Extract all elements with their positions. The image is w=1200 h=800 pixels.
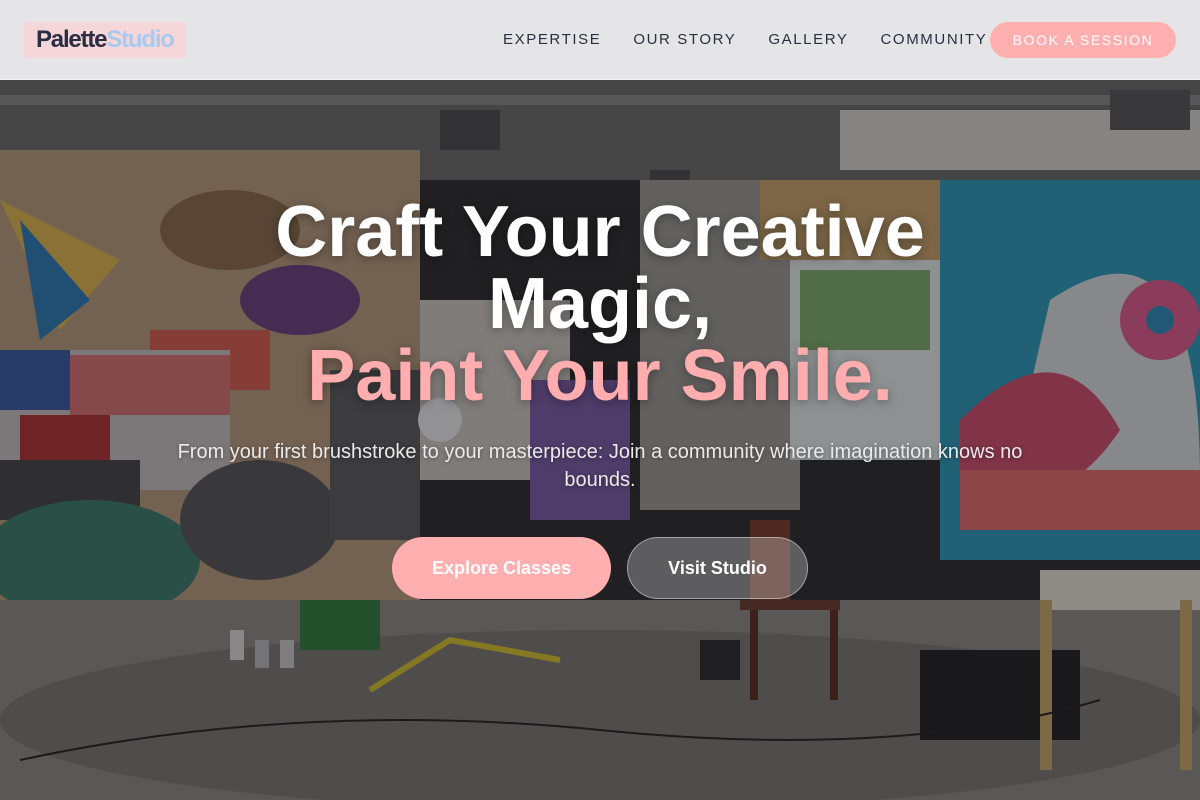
nav-link-gallery[interactable]: GALLERY xyxy=(768,31,848,49)
logo-text-secondary: Studio xyxy=(106,26,175,53)
explore-classes-button[interactable]: Explore Classes xyxy=(392,537,611,599)
hero-section: Craft Your Creative Magic, Paint Your Sm… xyxy=(0,196,1200,599)
headline-line-1: Craft Your Creative xyxy=(275,192,925,272)
hero-button-group: Explore Classes Visit Studio xyxy=(0,537,1200,599)
nav-link-expertise[interactable]: EXPERTISE xyxy=(503,31,601,49)
hero-subtitle: From your first brushstroke to your mast… xyxy=(177,441,1023,491)
nav-link-community[interactable]: COMMUNITY xyxy=(881,31,988,49)
hero-headline: Craft Your Creative Magic, Paint Your Sm… xyxy=(0,196,1200,412)
headline-accent: Paint Your Smile. xyxy=(307,336,893,416)
site-logo[interactable]: Palette Studio xyxy=(24,22,186,58)
main-nav: EXPERTISE OUR STORY GALLERY COMMUNITY xyxy=(503,31,1019,49)
book-session-button[interactable]: BOOK A SESSION xyxy=(990,22,1176,58)
site-header: Palette Studio EXPERTISE OUR STORY GALLER… xyxy=(0,0,1200,80)
nav-link-our-story[interactable]: OUR STORY xyxy=(633,31,736,49)
visit-studio-button[interactable]: Visit Studio xyxy=(627,537,808,599)
headline-line-2: Magic, xyxy=(487,264,713,344)
logo-text-primary: Palette xyxy=(36,26,108,53)
